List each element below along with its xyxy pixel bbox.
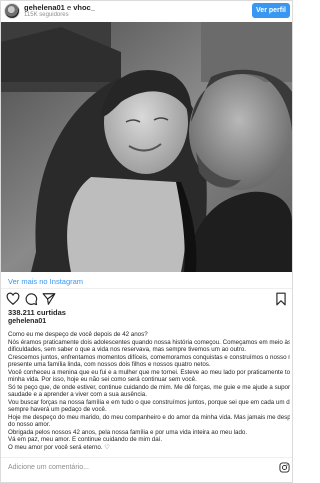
caption-line: minha vida. Por isso, hoje eu não sei co… <box>8 376 197 383</box>
caption-line: Só te peço que, de onde estiver, continu… <box>8 383 290 391</box>
instagram-icon[interactable] <box>279 462 290 473</box>
caption-line: Nós éramos praticamente dois adolescente… <box>8 338 290 346</box>
view-profile-button[interactable]: Ver perfil <box>252 3 290 18</box>
avatar[interactable] <box>4 3 20 19</box>
action-bar <box>6 292 288 306</box>
divider <box>1 457 292 458</box>
comment-icon[interactable] <box>24 292 38 306</box>
caption-line: Crescemos juntos, enfrentamos momentos d… <box>8 353 290 361</box>
follower-count: 115K seguidores <box>24 12 69 18</box>
coauthor-link[interactable]: vhoc_ <box>73 3 95 12</box>
instagram-embed-card: gehelena01 e vhoc_ 115K seguidores Ver p… <box>0 0 293 483</box>
share-icon[interactable] <box>42 292 56 306</box>
caption-line: Como eu me despeço de você depois de 42 … <box>8 331 148 338</box>
caption-line: Vá em paz, meu amor. E continue cuidando… <box>8 436 163 443</box>
caption-line: Obrigada pelos nossos 42 anos, pela noss… <box>8 428 248 436</box>
caption-line: presente uma família linda, com nossos d… <box>8 361 211 368</box>
caption-line: dificuldades, sem saber o que a vida nos… <box>8 346 246 353</box>
post-photo-image <box>1 22 292 272</box>
caption-line: Você conheceu a menina que eu fui e a mu… <box>8 368 290 376</box>
caption-username[interactable]: gehelena01 <box>8 318 46 325</box>
divider <box>1 288 292 289</box>
heart-icon[interactable] <box>6 292 20 306</box>
caption-line: O meu amor por você será eterno. ♡ <box>8 443 110 451</box>
caption-line: sempre haverá um pedaço de você. <box>8 406 107 413</box>
caption-line: do nosso amor. <box>8 421 51 428</box>
caption-line: saudade e a aprender a viver com a sua a… <box>8 391 147 398</box>
caption-text: Como eu me despeço de você depois de 42 … <box>8 331 290 451</box>
caption-line: Hoje me despeço do meu marido, do meu co… <box>8 413 290 421</box>
caption-line: Vou buscar forças na nossa família e em … <box>8 398 290 406</box>
comment-input[interactable]: Adicione um comentário... <box>8 464 89 471</box>
username-link[interactable]: gehelena01 <box>24 3 65 12</box>
view-more-link[interactable]: Ver mais no Instagram <box>8 277 83 286</box>
author-joiner: e <box>64 3 74 12</box>
post-header: gehelena01 e vhoc_ 115K seguidores Ver p… <box>1 1 292 22</box>
author-line: gehelena01 e vhoc_ <box>24 3 95 12</box>
bookmark-icon[interactable] <box>274 292 288 306</box>
like-count[interactable]: 338.211 curtidas <box>8 308 66 317</box>
post-photo[interactable] <box>1 22 292 272</box>
